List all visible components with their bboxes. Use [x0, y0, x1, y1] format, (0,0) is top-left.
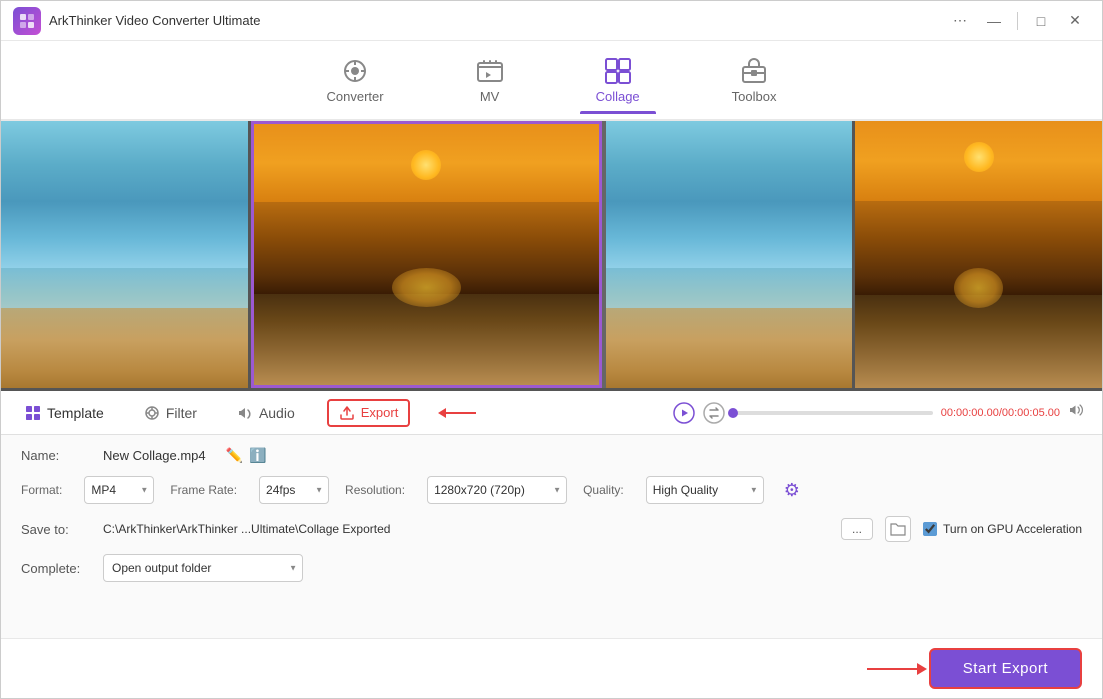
export-label: Export	[361, 405, 399, 420]
title-bar: ArkThinker Video Converter Ultimate ⋯ — …	[1, 1, 1102, 41]
edit-name-icon[interactable]: ✏️	[226, 447, 243, 464]
title-controls: ⋯ — □ ✕	[945, 9, 1090, 33]
framerate-label: Frame Rate:	[170, 483, 237, 497]
saveto-row: Save to: C:\ArkThinker\ArkThinker ...Ult…	[21, 516, 1082, 542]
browse-button[interactable]: ...	[841, 518, 873, 540]
export-tab[interactable]: Export	[327, 399, 411, 427]
app-window: ArkThinker Video Converter Ultimate ⋯ — …	[0, 0, 1103, 699]
preview-panel-2[interactable]: ⊞	[251, 121, 602, 388]
nav-item-mv[interactable]: MV	[460, 49, 520, 112]
start-export-arrow	[867, 663, 927, 675]
quality-select[interactable]: High Quality Standard Quality Low Qualit…	[646, 476, 764, 504]
name-field-value: New Collage.mp4	[103, 448, 206, 463]
framerate-select-wrap: 24fps 30fps 60fps	[259, 476, 329, 504]
start-export-button[interactable]: Start Export	[929, 648, 1082, 689]
maximize-button[interactable]: □	[1026, 9, 1056, 33]
progress-bar[interactable]	[733, 411, 933, 415]
complete-select-wrap: Open output folder Do nothing Shut down …	[103, 554, 303, 582]
footer: Start Export	[1, 638, 1102, 698]
format-select[interactable]: MP4 AVI MOV MKV	[84, 476, 154, 504]
playback-controls: 00:00:00.00/00:00:05.00	[673, 401, 1086, 424]
nav-item-collage[interactable]: Collage	[580, 49, 656, 112]
export-arrow-indicator	[438, 408, 476, 418]
bottom-toolbar: Template Filter Audio	[1, 391, 1102, 435]
info-icon[interactable]: ℹ️	[249, 447, 266, 464]
nav-label-toolbox: Toolbox	[732, 89, 777, 104]
quality-select-wrap: High Quality Standard Quality Low Qualit…	[646, 476, 764, 504]
format-row: Format: MP4 AVI MOV MKV Frame Rate: 24fp…	[21, 476, 1082, 504]
settings-area: Name: New Collage.mp4 ✏️ ℹ️ Format: MP4 …	[1, 435, 1102, 638]
menu-button[interactable]: ⋯	[945, 9, 975, 33]
nav-label-mv: MV	[480, 89, 500, 104]
gpu-acceleration-checkbox[interactable]	[923, 522, 937, 536]
format-select-wrap: MP4 AVI MOV MKV	[84, 476, 154, 504]
saveto-label: Save to:	[21, 522, 91, 537]
filter-label: Filter	[166, 405, 197, 421]
saveto-path: C:\ArkThinker\ArkThinker ...Ultimate\Col…	[103, 522, 829, 536]
complete-select[interactable]: Open output folder Do nothing Shut down …	[103, 554, 303, 582]
app-title: ArkThinker Video Converter Ultimate	[49, 13, 945, 28]
resolution-select[interactable]: 1280x720 (720p) 1920x1080 (1080p) 3840x2…	[427, 476, 567, 504]
nav-item-toolbox[interactable]: Toolbox	[716, 49, 793, 112]
open-folder-button[interactable]	[885, 516, 911, 542]
resolution-label: Resolution:	[345, 483, 405, 497]
resolution-select-wrap: 1280x720 (720p) 1920x1080 (1080p) 3840x2…	[427, 476, 567, 504]
loop-button[interactable]	[703, 402, 725, 424]
template-tab[interactable]: Template	[17, 401, 112, 425]
template-label: Template	[47, 405, 104, 421]
gpu-acceleration-label: Turn on GPU Acceleration	[923, 522, 1082, 536]
nav-label-converter: Converter	[327, 89, 384, 104]
preview-panel-3[interactable]	[606, 121, 856, 388]
close-button[interactable]: ✕	[1060, 9, 1090, 33]
complete-row: Complete: Open output folder Do nothing …	[21, 554, 1082, 582]
volume-icon[interactable]	[1068, 401, 1086, 424]
app-icon	[13, 7, 41, 35]
minimize-button[interactable]: —	[979, 9, 1009, 33]
framerate-select[interactable]: 24fps 30fps 60fps	[259, 476, 329, 504]
complete-label: Complete:	[21, 561, 91, 576]
preview-panel-1[interactable]: ⊞	[1, 121, 251, 388]
play-button[interactable]	[673, 402, 695, 424]
gpu-label-text: Turn on GPU Acceleration	[943, 522, 1082, 536]
quality-settings-icon[interactable]: ⚙	[784, 480, 800, 501]
collage-preview: ⊞ ⊞	[1, 121, 1102, 391]
quality-label: Quality:	[583, 483, 624, 497]
nav-bar: Converter MV Collage	[1, 41, 1102, 121]
name-row: Name: New Collage.mp4 ✏️ ℹ️	[21, 447, 1082, 464]
time-display: 00:00:00.00/00:00:05.00	[941, 407, 1060, 419]
preview-panel-4[interactable]	[855, 121, 1102, 388]
audio-label: Audio	[259, 405, 295, 421]
name-field-label: Name:	[21, 448, 91, 463]
nav-item-converter[interactable]: Converter	[311, 49, 400, 112]
nav-label-collage: Collage	[596, 89, 640, 104]
filter-tab[interactable]: Filter	[136, 401, 205, 425]
format-label: Format:	[21, 483, 62, 497]
audio-tab[interactable]: Audio	[229, 401, 303, 425]
